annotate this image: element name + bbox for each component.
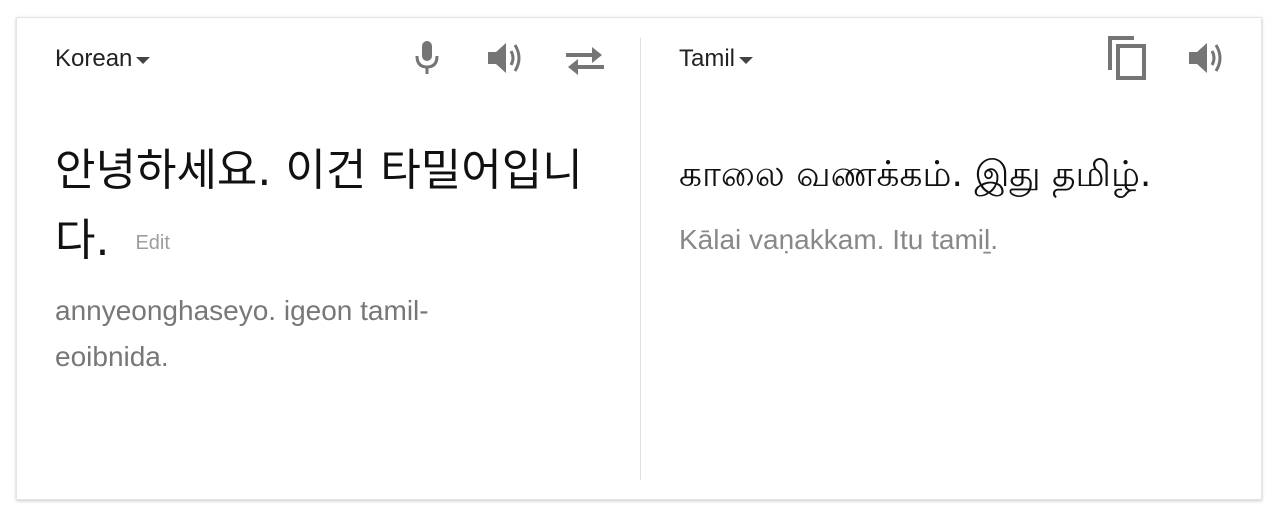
target-listen-button[interactable] [1185, 38, 1229, 78]
chevron-down-icon [739, 56, 754, 64]
copy-icon [1106, 34, 1148, 82]
source-text-area[interactable]: 안녕하세요. 이건 타밀어입니다. Edit [55, 136, 595, 278]
chevron-down-icon [136, 56, 151, 64]
source-transliteration: annyeonghaseyo. igeon tamil-eoibnida. [55, 295, 429, 372]
swap-languages-button[interactable] [562, 40, 608, 80]
target-transliteration: Kālai vaṇakkam. Itu tamiḻ. [679, 224, 999, 255]
target-language-select[interactable]: Tamil [679, 45, 754, 73]
microphone-icon [414, 40, 440, 76]
translate-card: Korean 안녕하세요. 이건 타밀어입니다. Edit annyeongha… [16, 17, 1262, 500]
target-language-label: Tamil [679, 45, 736, 72]
source-language-select[interactable]: Korean [55, 45, 151, 73]
panel-divider [640, 38, 641, 480]
source-language-label: Korean [55, 45, 133, 72]
translated-text: காலை வணக்கம். இது தமிழ். [679, 154, 1152, 195]
speaker-icon [1187, 40, 1227, 76]
copy-translation-button[interactable] [1105, 34, 1149, 82]
speaker-icon [486, 40, 526, 76]
edit-link[interactable]: Edit [135, 232, 169, 254]
source-listen-button[interactable] [484, 38, 528, 78]
swap-languages-icon [564, 43, 606, 77]
microphone-button[interactable] [409, 38, 445, 78]
